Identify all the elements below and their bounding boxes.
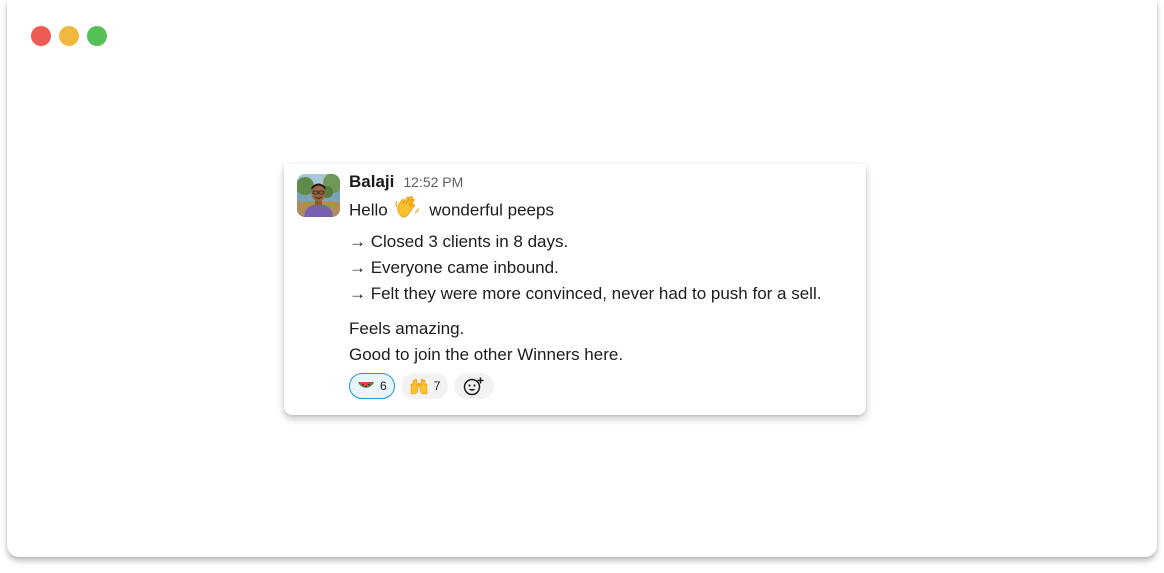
greeting-suffix: wonderful peeps [429,200,554,220]
bullet-line: → Felt they were more convinced, never h… [349,284,822,303]
add-emoji-icon [464,377,484,396]
closing-line: Good to join the other Winners here. [349,345,624,364]
reactions-bar: 6 7 [349,373,856,399]
author-name[interactable]: Balaji [349,172,394,192]
avatar[interactable] [297,174,340,217]
message-timestamp[interactable]: 12:52 PM [403,174,463,190]
greeting-prefix: Hello [349,200,388,220]
bullet-line: → Everyone came inbound. [349,258,559,277]
avatar-image [297,174,340,217]
window-controls [31,26,107,46]
close-window-button[interactable] [31,26,51,46]
waving-hand-icon [394,194,420,228]
bullet-line: → Closed 3 clients in 8 days. [349,232,569,251]
reaction-watermelon[interactable]: 6 [349,373,395,399]
add-reaction-button[interactable] [454,373,495,399]
greeting-line: Hello wonderful peeps [349,194,856,220]
reaction-count: 6 [380,379,387,393]
maximize-window-button[interactable] [87,26,107,46]
watermelon-icon [358,382,374,388]
message-header: Balaji 12:52 PM [349,172,856,194]
closing-line: Feels amazing. [349,319,465,338]
message-card: Balaji 12:52 PM Hello wonderful peeps → … [284,164,866,415]
message-body: Balaji 12:52 PM Hello wonderful peeps → … [349,172,856,399]
reaction-count: 7 [433,379,441,393]
raised-hands-icon [410,378,427,395]
minimize-window-button[interactable] [59,26,79,46]
reaction-raised-hands[interactable]: 7 [400,373,449,399]
